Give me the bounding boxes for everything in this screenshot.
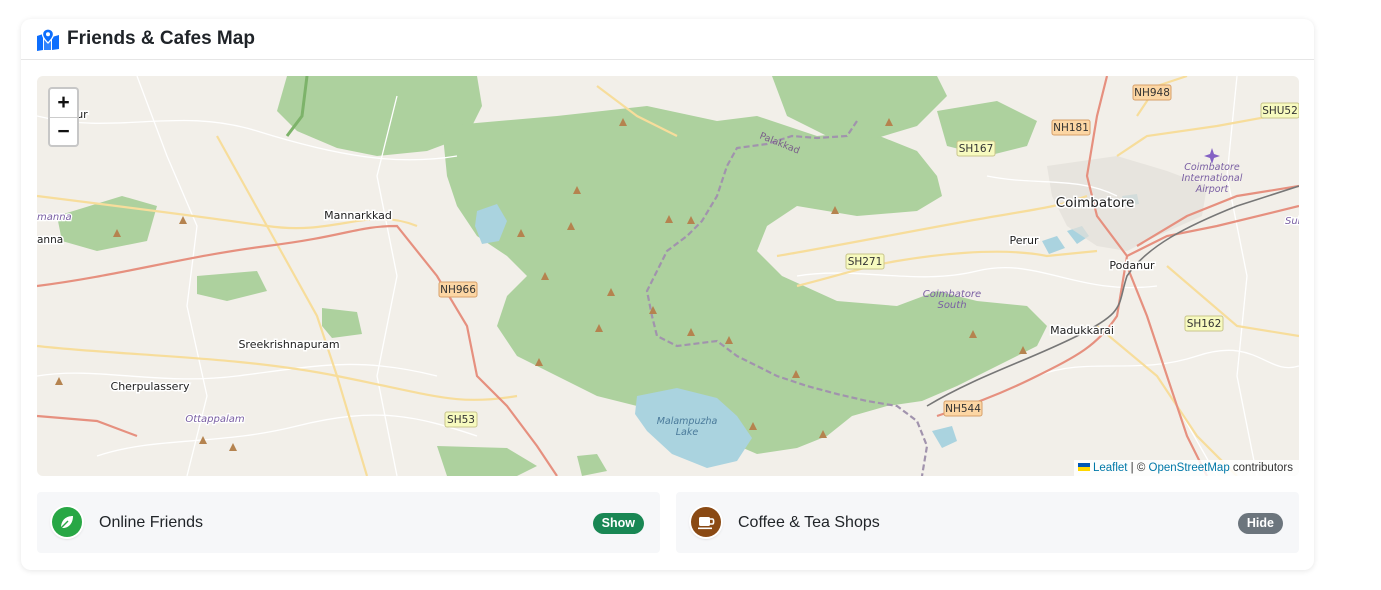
road-shield: SH167 [959,143,994,155]
place-label: Podanur [1109,259,1155,272]
layer-label: Online Friends [99,514,204,531]
show-toggle-button[interactable]: Show [592,513,644,534]
place-label: Sreekrishnapuram [238,338,339,351]
road-shield: SH271 [848,256,883,268]
page-title: Friends & Cafes Map [67,28,255,49]
attribution-suffix: contributors [1229,462,1293,474]
map-marked-icon [37,29,59,51]
attribution-separator: | © [1127,462,1149,474]
place-label: Madukkarai [1050,324,1114,337]
coimbatore-south-label: Coimbatore South [923,289,981,311]
road-shield: NH966 [440,284,476,296]
road-shield: SH53 [447,414,475,426]
hide-toggle-button[interactable]: Hide [1237,513,1283,534]
road-shield: NH181 [1053,122,1089,134]
map-view[interactable]: NH948 SHU52 NH181 SH167 SH271 NH966 SH16… [37,76,1299,476]
map-tiles[interactable]: NH948 SHU52 NH181 SH167 SH271 NH966 SH16… [37,76,1299,476]
malampuzha-lake-label: Malampuzha Lake [657,416,718,438]
leaf-icon [52,507,82,537]
road-shield: NH948 [1134,87,1170,99]
layer-coffee-tea-shops[interactable]: Coffee & Tea Shops Hide [676,492,1299,553]
locality-label: Sul [1285,216,1299,227]
ukraine-flag-icon [1077,462,1090,471]
zoom-in-button[interactable]: + [50,89,77,117]
road-shield: SH162 [1187,318,1222,330]
locality-label: Ottappalam [185,414,245,425]
layer-online-friends[interactable]: Online Friends Show [37,492,660,553]
place-label: Cherpulassery [111,380,190,393]
place-label: Perur [1009,234,1039,247]
road-shield: SHU52 [1262,105,1298,117]
airport-label: Coimbatore International Airport [1182,162,1243,195]
openstreetmap-link[interactable]: OpenStreetMap [1149,462,1230,474]
place-label: anna [37,234,63,246]
layer-label: Coffee & Tea Shops [738,514,880,531]
zoom-control: + − [48,87,79,147]
road-shield: NH544 [945,403,981,415]
card-header: Friends & Cafes Map [21,19,1314,60]
locality-label: manna [37,212,72,223]
leaflet-link[interactable]: Leaflet [1093,462,1128,474]
coffee-cup-icon [691,507,721,537]
place-label: Mannarkkad [324,209,392,222]
place-label: Coimbatore [1056,195,1135,211]
map-card: Friends & Cafes Map NH948 SHU52 NH181 SH… [21,19,1314,570]
map-attribution: Leaflet | © OpenStreetMap contributors [1073,460,1299,476]
zoom-out-button[interactable]: − [50,117,77,145]
